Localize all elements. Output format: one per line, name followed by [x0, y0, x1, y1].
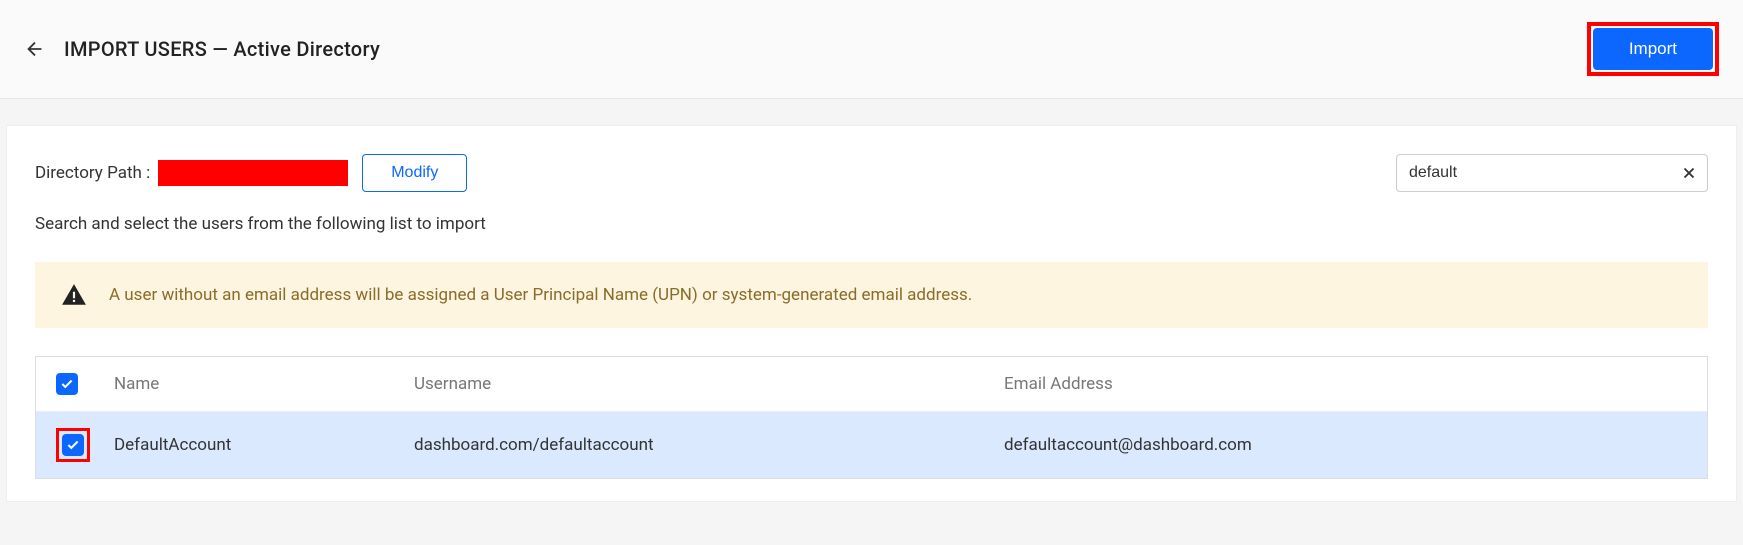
warning-banner: A user without an email address will be … [35, 262, 1708, 328]
search-input[interactable] [1396, 154, 1708, 192]
warning-icon [61, 282, 87, 308]
select-all-cell [56, 373, 114, 395]
row-checkbox[interactable] [62, 434, 84, 456]
path-left: Directory Path : Modify [35, 154, 467, 192]
cell-username: dashboard.com/defaultaccount [414, 435, 1004, 455]
page-title: IMPORT USERS — Active Directory [64, 37, 380, 61]
content-panel: Directory Path : Modify Search and selec… [6, 125, 1737, 502]
column-header-username: Username [414, 374, 1004, 394]
clear-search-icon[interactable] [1680, 164, 1698, 182]
directory-path-row: Directory Path : Modify [35, 154, 1708, 192]
modify-button[interactable]: Modify [362, 154, 467, 192]
search-box [1396, 154, 1708, 192]
table-row[interactable]: DefaultAccount dashboard.com/defaultacco… [36, 412, 1707, 478]
row-checkbox-highlight [56, 428, 90, 462]
users-table: Name Username Email Address DefaultAccou… [35, 356, 1708, 479]
import-button-highlight: Import [1587, 22, 1719, 76]
column-header-name: Name [114, 374, 414, 394]
column-header-email: Email Address [1004, 374, 1687, 394]
cell-name: DefaultAccount [114, 435, 414, 455]
back-arrow-icon[interactable] [24, 38, 46, 60]
select-all-checkbox[interactable] [56, 373, 78, 395]
row-checkbox-cell [56, 428, 114, 462]
page-header: IMPORT USERS — Active Directory Import [0, 0, 1743, 99]
table-header-row: Name Username Email Address [36, 357, 1707, 412]
instruction-text: Search and select the users from the fol… [35, 214, 1708, 234]
directory-path-value-redacted [158, 160, 348, 186]
import-button[interactable]: Import [1593, 28, 1713, 70]
header-left: IMPORT USERS — Active Directory [24, 37, 380, 61]
directory-path-label: Directory Path : [35, 163, 150, 183]
cell-email: defaultaccount@dashboard.com [1004, 435, 1687, 455]
warning-text: A user without an email address will be … [109, 285, 972, 305]
